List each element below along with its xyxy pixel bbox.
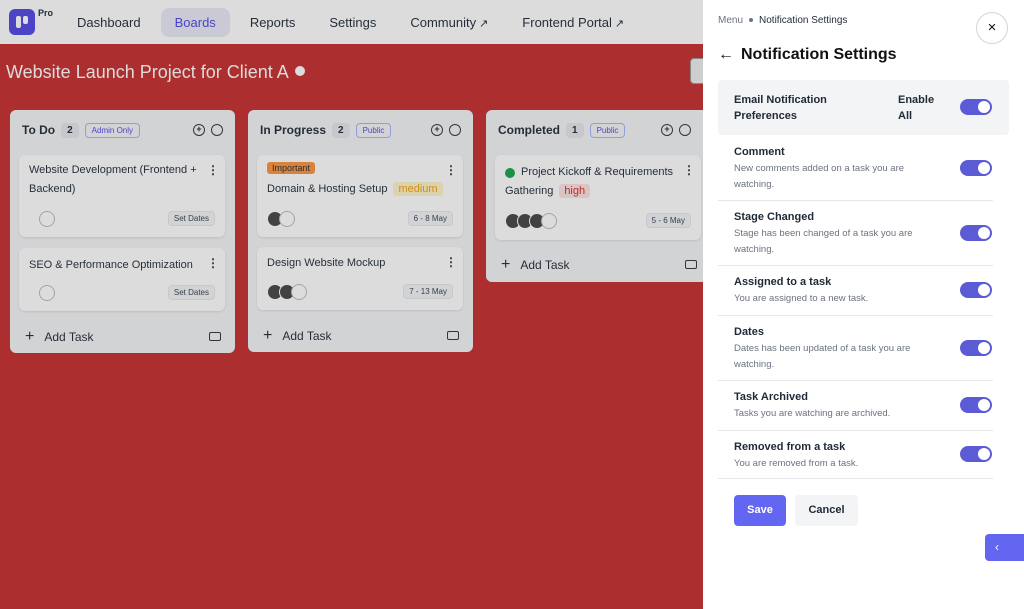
setting-desc: You are assigned to a new task.: [734, 293, 869, 304]
setting-desc: Tasks you are watching are archived.: [734, 408, 891, 419]
save-button[interactable]: Save: [734, 495, 786, 526]
setting-comment: Comment New comments added on a task you…: [718, 136, 993, 201]
setting-dates: Dates Dates has been updated of a task y…: [718, 316, 993, 381]
email-preferences-header: Email Notification Preferences Enable Al…: [718, 80, 1009, 135]
setting-title: Comment: [734, 146, 785, 158]
cancel-button[interactable]: Cancel: [795, 495, 858, 526]
setting-desc: Dates has been updated of a task you are…: [734, 343, 911, 370]
setting-stage-changed: Stage Changed Stage has been changed of …: [718, 201, 993, 266]
setting-assigned: Assigned to a task You are assigned to a…: [718, 266, 993, 316]
comment-toggle[interactable]: [960, 160, 992, 176]
removed-toggle[interactable]: [960, 446, 992, 462]
setting-title: Task Archived: [734, 391, 808, 403]
modal-backdrop[interactable]: [0, 0, 703, 609]
breadcrumb: Menu Notification Settings: [718, 15, 847, 26]
enable-all-toggle[interactable]: [960, 99, 992, 115]
setting-desc: You are removed from a task.: [734, 458, 859, 469]
panel-title: Notification Settings: [741, 46, 897, 63]
task-archived-toggle[interactable]: [960, 397, 992, 413]
chevron-left-icon[interactable]: ‹: [985, 534, 1024, 561]
stage-changed-toggle[interactable]: [960, 225, 992, 241]
enable-all-label: Enable All: [898, 94, 935, 122]
setting-title: Stage Changed: [734, 211, 815, 223]
breadcrumb-menu[interactable]: Menu: [718, 15, 743, 26]
close-icon[interactable]: ×: [976, 12, 1008, 44]
back-arrow-icon[interactable]: ←: [718, 46, 734, 64]
setting-title: Dates: [734, 326, 764, 338]
notification-settings-panel: Menu Notification Settings × ← Notificati…: [703, 0, 1024, 609]
setting-desc: New comments added on a task you are wat…: [734, 163, 905, 190]
dates-toggle[interactable]: [960, 340, 992, 356]
setting-title: Removed from a task: [734, 441, 846, 453]
setting-task-archived: Task Archived Tasks you are watching are…: [718, 381, 993, 431]
setting-desc: Stage has been changed of a task you are…: [734, 228, 913, 255]
setting-removed: Removed from a task You are removed from…: [718, 431, 993, 479]
assigned-toggle[interactable]: [960, 282, 992, 298]
setting-title: Assigned to a task: [734, 276, 832, 288]
email-preferences-label: Email Notification Preferences: [734, 94, 827, 122]
breadcrumb-current: Notification Settings: [759, 15, 848, 26]
